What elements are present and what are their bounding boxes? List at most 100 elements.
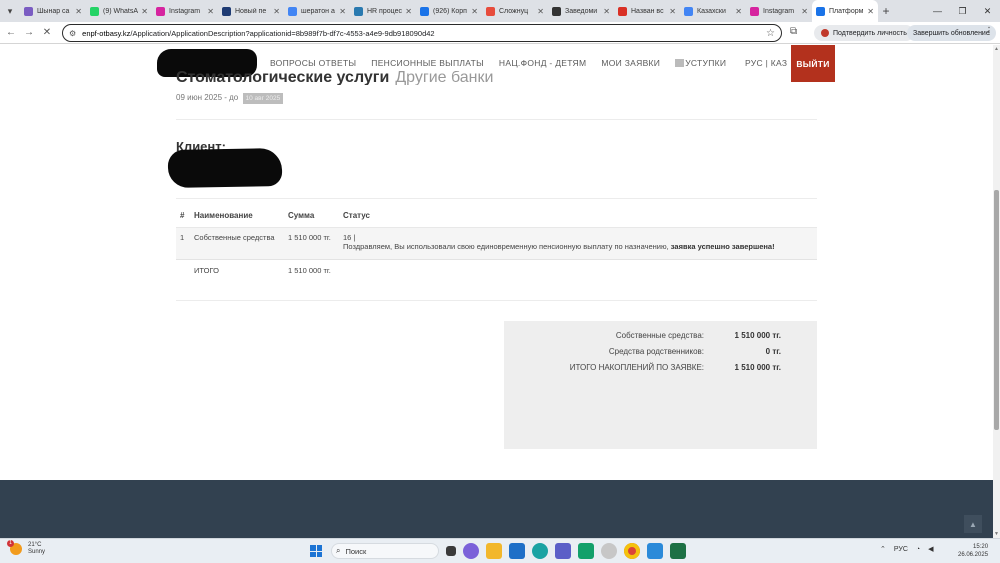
tab-close-icon[interactable]: ✕	[867, 7, 874, 16]
url-text[interactable]: enpf-otbasy.kz/Application/ApplicationDe…	[82, 29, 766, 38]
tab-title: HR процес	[367, 7, 402, 15]
chat-icon[interactable]	[463, 543, 479, 559]
close-window-icon[interactable]: ✕	[975, 0, 1000, 22]
tab-title: Платформ	[829, 7, 864, 15]
application-title-text: Стоматологические услуги	[176, 71, 390, 85]
store-icon[interactable]	[509, 543, 525, 559]
back-icon[interactable]: ←	[2, 27, 20, 38]
page-scrollbar[interactable]: ▲ ▼	[993, 45, 1000, 538]
stop-loading-icon[interactable]: ✕	[38, 27, 56, 38]
teams-icon[interactable]	[555, 543, 571, 559]
network-app-icon[interactable]	[647, 543, 663, 559]
browser-tab[interactable]: Шынар са ✕	[20, 0, 86, 22]
notification-badge: 1	[7, 540, 14, 547]
file-explorer-icon[interactable]	[486, 543, 502, 559]
start-button[interactable]	[310, 545, 322, 557]
verify-identity-label: Подтвердить личность	[833, 29, 907, 37]
system-clock[interactable]: 15:20 26.06.2025	[958, 543, 988, 559]
user-icon	[24, 6, 33, 16]
finish-update-label: Завершить обновление	[913, 29, 990, 37]
browser-tab[interactable]: Instagram ✕	[746, 0, 812, 22]
col-header-name: Наименование	[194, 211, 253, 220]
nav-national-fund-children[interactable]: НАЦ.ФОНД - ДЕТЯМ	[499, 58, 586, 68]
task-view-icon[interactable]	[446, 546, 456, 556]
extensions-icon[interactable]: ⧉	[790, 26, 797, 37]
platform-icon	[816, 6, 825, 16]
browser-tab[interactable]: Назван вс ✕	[614, 0, 680, 22]
new-tab-button[interactable]: +	[878, 4, 894, 18]
scroll-down-icon[interactable]: ▼	[993, 531, 1000, 537]
tab-close-icon[interactable]: ✕	[405, 7, 412, 16]
col-header-status: Статус	[343, 211, 370, 220]
summary-label: ИТОГО НАКОПЛЕНИЙ ПО ЗАЯВКЕ:	[569, 363, 704, 372]
row-status-code: 16 |	[343, 233, 356, 242]
browser-tab[interactable]: шератон а ✕	[284, 0, 350, 22]
tab-search-icon[interactable]: ▾	[0, 0, 20, 22]
minimize-icon[interactable]: —	[925, 0, 950, 22]
language-switch[interactable]: РУС | КАЗ	[745, 58, 787, 68]
status-completed-text: заявка успешно завершена!	[670, 242, 775, 251]
browser-menu-icon[interactable]: ⋮	[984, 26, 994, 37]
scroll-up-icon[interactable]: ▲	[993, 46, 1000, 52]
tab-title: Instagram	[169, 7, 201, 15]
search-placeholder: Поиск	[345, 546, 367, 556]
weather-temp: 21°C	[28, 542, 42, 548]
chart-icon	[486, 6, 495, 16]
nav-concessions[interactable]: УСТУПКИ	[675, 58, 741, 68]
verify-identity-button[interactable]: Подтвердить личность	[814, 25, 914, 41]
scrollbar-thumb[interactable]	[994, 190, 999, 430]
nav-faq[interactable]: ВОПРОСЫ ОТВЕТЫ	[270, 58, 356, 68]
tab-close-icon[interactable]: ✕	[339, 7, 346, 16]
site-info-icon[interactable]: ⚙	[69, 29, 76, 38]
browser-tab[interactable]: Новый пе ✕	[218, 0, 284, 22]
tab-close-icon[interactable]: ✕	[537, 7, 544, 16]
logout-button[interactable]: ВЫЙТИ	[791, 45, 835, 82]
excel-icon[interactable]	[670, 543, 686, 559]
finish-update-button[interactable]: Завершить обновление	[907, 25, 996, 41]
browser-tab[interactable]: Сложнуц ✕	[482, 0, 548, 22]
tab-close-icon[interactable]: ✕	[801, 7, 808, 16]
summary-box: Собственные средства: 1 510 000 тг. Сред…	[504, 321, 817, 449]
browser-tab[interactable]: HR процес ✕	[350, 0, 416, 22]
system-tray: ⌃ РУС ◔ ◀	[880, 545, 934, 554]
tab-close-icon[interactable]: ✕	[207, 7, 214, 16]
browser-tab[interactable]: (926) Корп ✕	[416, 0, 482, 22]
tab-close-icon[interactable]: ✕	[735, 7, 742, 16]
chrome-icon[interactable]	[624, 543, 640, 559]
browser-tab[interactable]: Instagram ✕	[152, 0, 218, 22]
main-nav: ВОПРОСЫ ОТВЕТЫ ПЕНСИОННЫЕ ВЫПЛАТЫ НАЦ.ФО…	[270, 58, 756, 68]
browser-tab[interactable]: (9) WhatsA ✕	[86, 0, 152, 22]
browser-tab[interactable]: Заведоми ✕	[548, 0, 614, 22]
wifi-icon[interactable]: ◔	[916, 546, 920, 553]
maximize-icon[interactable]: ❐	[950, 0, 975, 22]
tab-title: шератон а	[301, 7, 335, 15]
tab-close-icon[interactable]: ✕	[141, 7, 148, 16]
tab-close-icon[interactable]: ✕	[603, 7, 610, 16]
kaspi-icon[interactable]	[578, 543, 594, 559]
tab-close-icon[interactable]: ✕	[471, 7, 478, 16]
forward-icon[interactable]: →	[20, 27, 38, 38]
nav-pension-payments[interactable]: ПЕНСИОННЫЕ ВЫПЛАТЫ	[371, 58, 484, 68]
tray-chevron-icon[interactable]: ⌃	[880, 545, 886, 553]
edge-icon[interactable]	[532, 543, 548, 559]
scroll-to-top-button[interactable]: ▲	[964, 515, 982, 533]
input-language[interactable]: РУС	[894, 546, 908, 553]
browser-tab[interactable]: Платформ ✕	[812, 0, 878, 22]
date-end-badge: 10 авг 2025	[242, 93, 284, 104]
taskbar-search[interactable]: ⌕ Поиск	[331, 543, 439, 559]
tab-close-icon[interactable]: ✕	[75, 7, 82, 16]
tab-close-icon[interactable]: ✕	[669, 7, 676, 16]
tab-close-icon[interactable]: ✕	[273, 7, 280, 16]
bookmark-star-icon[interactable]: ☆	[766, 28, 775, 39]
nav-my-applications[interactable]: МОИ ЗАЯВКИ	[601, 58, 660, 68]
app-icon[interactable]	[601, 543, 617, 559]
volume-icon[interactable]: ◀	[928, 545, 933, 553]
google-icon	[684, 6, 693, 16]
divider	[176, 119, 817, 120]
clock-time: 15:20	[973, 544, 989, 550]
weather-widget[interactable]: 1 21°C Sunny	[7, 540, 45, 556]
address-bar[interactable]: ⚙ enpf-otbasy.kz/Application/Application…	[62, 24, 782, 42]
summary-label: Собственные средства:	[615, 331, 704, 340]
tab-title: (926) Корп	[433, 7, 467, 15]
browser-tab[interactable]: Казахски ✕	[680, 0, 746, 22]
